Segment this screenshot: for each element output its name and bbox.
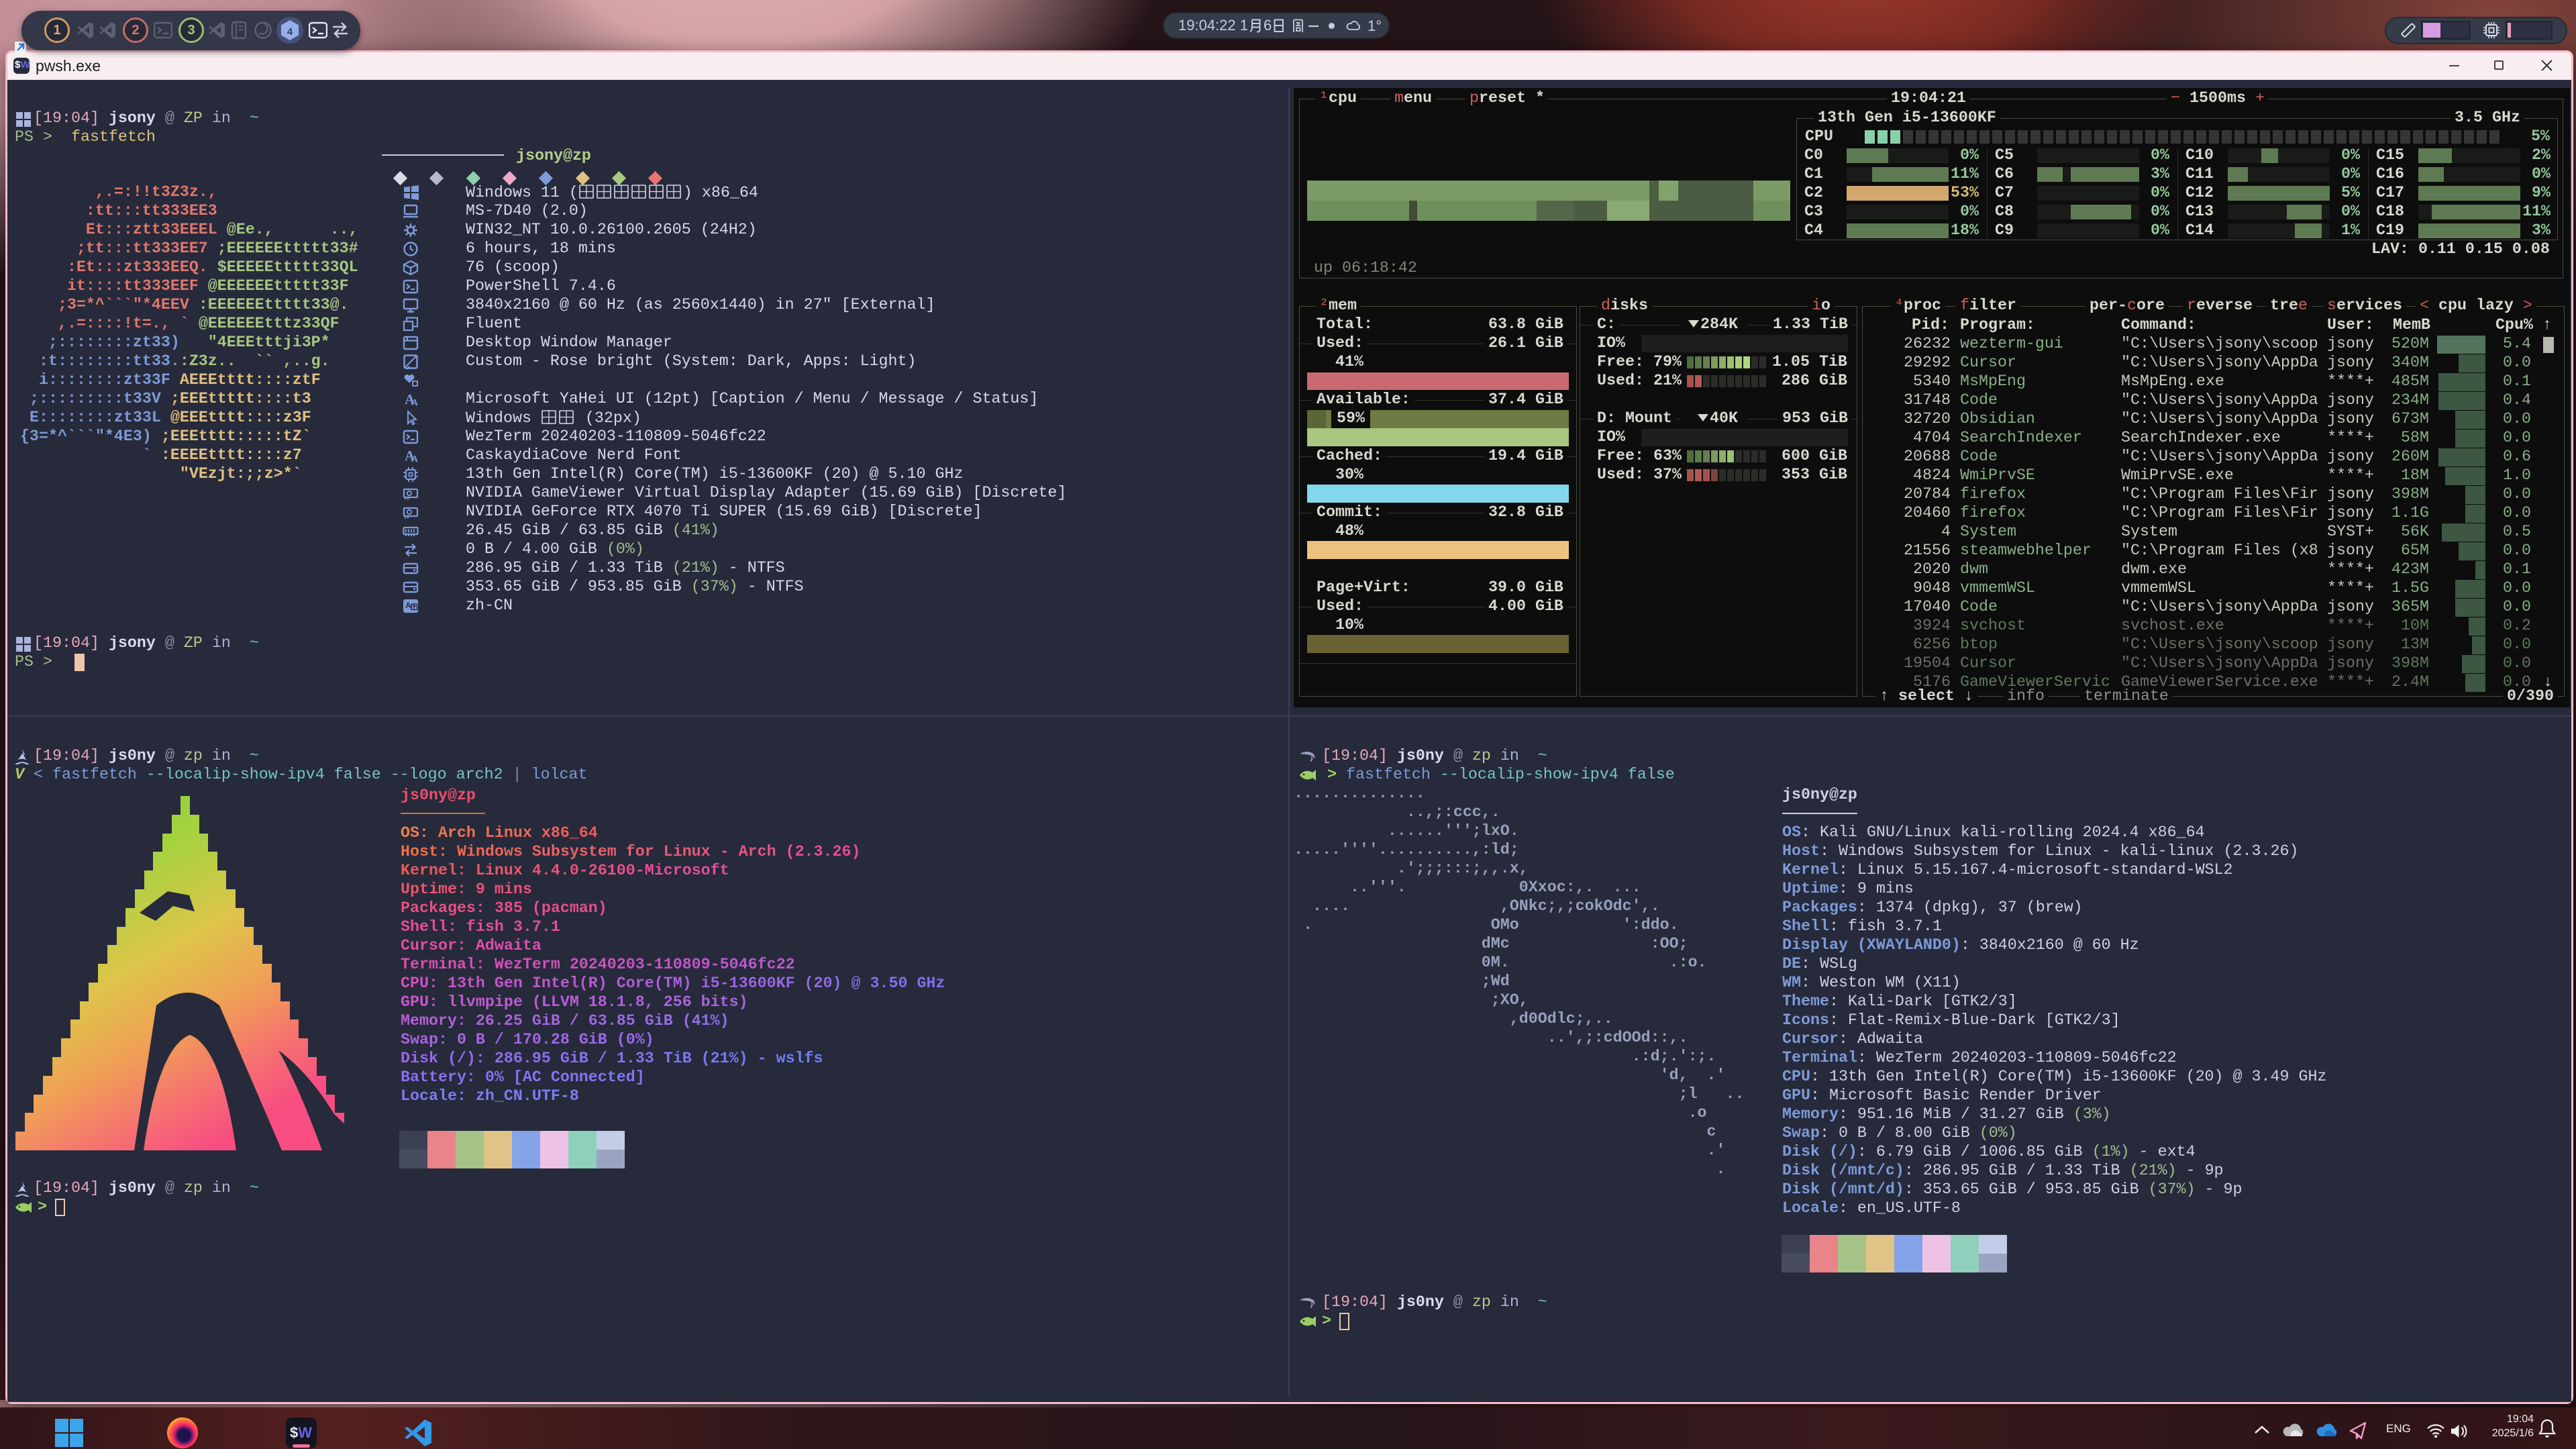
svg-text:4: 4: [287, 26, 293, 38]
svg-text:A: A: [411, 454, 419, 464]
svg-text:A: A: [405, 601, 411, 610]
svg-text:A: A: [411, 398, 419, 407]
